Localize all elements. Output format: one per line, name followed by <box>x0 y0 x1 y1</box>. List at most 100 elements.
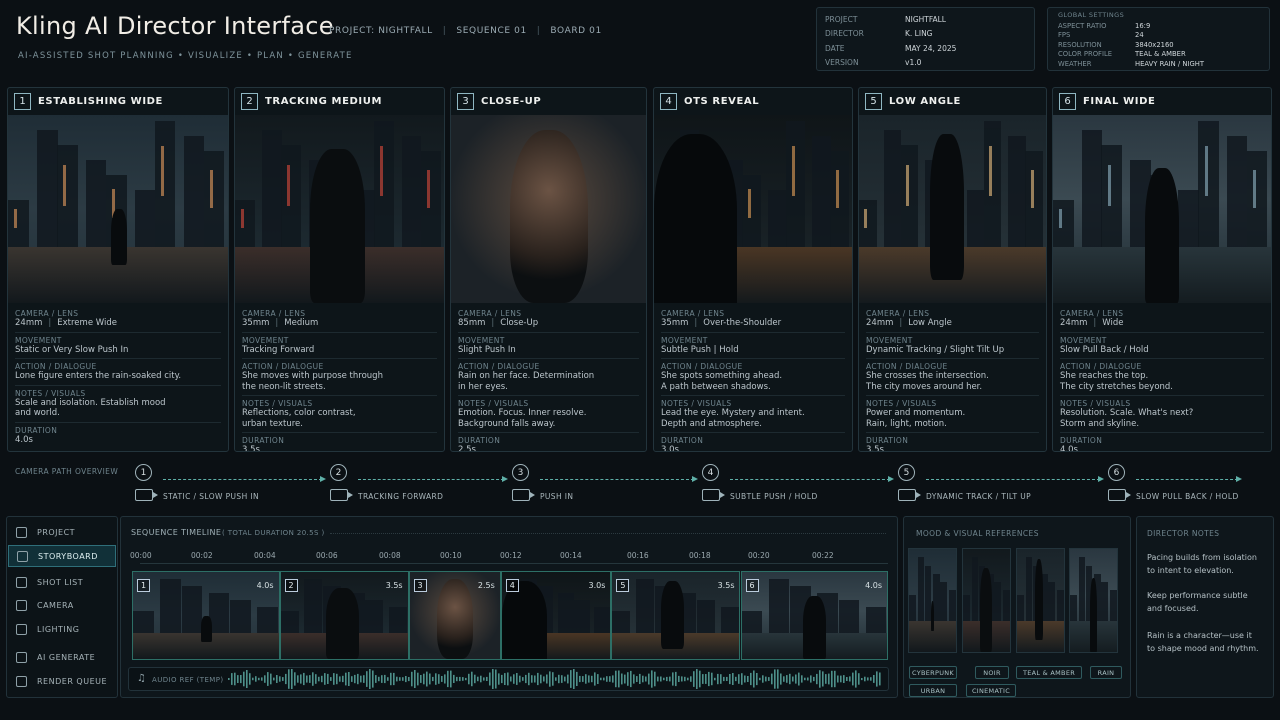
camera-path-node-1[interactable]: 1 <box>135 464 152 481</box>
breadcrumb-project[interactable]: PROJECT: NIGHTFALL <box>329 26 433 36</box>
shot-title: FINAL WIDE <box>1083 96 1156 107</box>
character-silhouette <box>930 133 964 281</box>
waveform-bar <box>798 672 800 686</box>
mood-tag[interactable]: NOIR <box>975 666 1009 679</box>
camera-lens-value: 35mm | Medium <box>242 318 437 329</box>
waveform-bar <box>582 676 584 682</box>
camera-path-node-2[interactable]: 2 <box>330 464 347 481</box>
shot-details: CAMERA / LENS 24mm | Extreme Wide MOVEMENT St… <box>8 303 228 448</box>
shot-frame-image[interactable] <box>235 115 444 303</box>
waveform-bar <box>867 677 869 681</box>
mood-tag[interactable]: RAIN <box>1090 666 1122 679</box>
shot-card-3[interactable]: 3 CLOSE-UP CAMERA / LENS 85mm | Close-Up MOVEM… <box>450 87 647 452</box>
timeline-tick: 00:18 <box>689 551 711 560</box>
shot-card-5[interactable]: 5 LOW ANGLE CAMERA / LENS 24mm | Low Angle MOV… <box>858 87 1047 452</box>
waveform-bar <box>282 677 284 681</box>
timeline-clip-5[interactable]: 5 3.5s <box>611 571 741 660</box>
sidebar-item-label: AI GENERATE <box>37 652 96 662</box>
shot-number: 5 <box>865 93 882 110</box>
waveform-bar <box>462 677 464 681</box>
shot-title: ESTABLISHING WIDE <box>38 96 163 107</box>
shot-card-6[interactable]: 6 FINAL WIDE CAMERA / LENS 24mm | Wide MOVEMEN… <box>1052 87 1272 452</box>
waveform-bar <box>801 675 803 683</box>
timeline-clip-2[interactable]: 2 3.5s <box>279 571 409 660</box>
action-label: ACTION / DIALOGUE <box>458 362 540 371</box>
divider <box>15 358 221 359</box>
building <box>1017 595 1024 622</box>
waveform-bar <box>414 670 416 688</box>
shot-number: 1 <box>14 93 31 110</box>
waveform-bar <box>297 675 299 683</box>
breadcrumb-sequence[interactable]: SEQUENCE 01 <box>456 26 526 36</box>
waveform-bar <box>873 675 875 683</box>
lens-value: 35mm <box>242 318 270 328</box>
sidebar-item-shot-list[interactable]: SHOT LIST <box>8 571 116 593</box>
camera-path-node-3[interactable]: 3 <box>512 464 529 481</box>
mood-reference-image[interactable] <box>1016 548 1065 653</box>
waveform-bar <box>312 672 314 686</box>
waveform-bar <box>627 672 629 686</box>
timeline-clip-6[interactable]: 6 4.0s <box>740 571 888 660</box>
mood-reference-image[interactable] <box>1069 548 1118 653</box>
camera-lens-label: CAMERA / LENS <box>661 309 725 318</box>
shot-card-header: 5 LOW ANGLE <box>859 88 1046 115</box>
timeline-clip-4[interactable]: 4 3.0s <box>500 571 612 660</box>
waveform-bar <box>852 672 854 686</box>
sidebar-item-ai-generate[interactable]: AI GENERATE <box>8 646 116 668</box>
waveform-bar <box>723 676 725 682</box>
divider <box>866 358 1039 359</box>
waveform-bar <box>507 672 509 686</box>
action-label: ACTION / DIALOGUE <box>242 362 324 371</box>
building <box>235 199 255 247</box>
waveform-bar <box>324 673 326 685</box>
mood-reference-image[interactable] <box>962 548 1011 653</box>
sidebar-item-project[interactable]: PROJECT <box>8 521 116 543</box>
waveform-bar <box>714 677 716 681</box>
shot-card-2[interactable]: 2 TRACKING MEDIUM CAMERA / LENS 35mm | Medium… <box>234 87 445 452</box>
shot-frame-image[interactable] <box>451 115 646 303</box>
mood-reference-image[interactable] <box>908 548 957 653</box>
video-camera-icon <box>512 489 535 501</box>
divider <box>661 395 845 396</box>
character-silhouette <box>501 580 548 659</box>
camera-path-node-5[interactable]: 5 <box>898 464 915 481</box>
mood-tag[interactable]: CYBERPUNK <box>909 666 957 679</box>
shot-frame-image[interactable] <box>654 115 852 303</box>
timeline-clip-1[interactable]: 1 4.0s <box>132 571 280 660</box>
shot-frame-image[interactable] <box>8 115 228 303</box>
mood-tag[interactable]: TEAL & AMBER <box>1016 666 1082 679</box>
neon-sign <box>864 209 868 228</box>
sidebar-item-storyboard[interactable]: STORYBOARD <box>8 545 116 567</box>
framing-value: Over-the-Shoulder <box>703 318 782 328</box>
shot-frame-image[interactable] <box>1053 115 1271 303</box>
action-label: ACTION / DIALOGUE <box>866 362 948 371</box>
waveform-bar <box>363 675 365 683</box>
timeline-clip-3[interactable]: 3 2.5s <box>408 571 501 660</box>
camera-path-node-4[interactable]: 4 <box>702 464 719 481</box>
mood-tag[interactable]: CINEMATIC <box>966 684 1016 697</box>
building <box>1003 590 1010 622</box>
waveform-bar <box>498 673 500 685</box>
building <box>768 578 790 633</box>
sidebar-item-render-queue[interactable]: RENDER QUEUE <box>8 670 116 692</box>
mood-tag[interactable]: URBAN <box>909 684 957 697</box>
waveform-bar <box>534 675 536 683</box>
building <box>1178 190 1200 247</box>
waveform-bar <box>621 673 623 685</box>
breadcrumb-board[interactable]: BOARD 01 <box>550 26 601 36</box>
shot-frame-image[interactable] <box>859 115 1046 303</box>
waveform-bar <box>777 669 779 689</box>
waveform-bar <box>612 675 614 683</box>
waveform-bar <box>309 675 311 683</box>
shot-card-1[interactable]: 1 ESTABLISHING WIDE CAMERA / LENS 24mm | Extr… <box>7 87 229 452</box>
waveform-bar <box>438 674 440 684</box>
waveform-bar <box>339 676 341 682</box>
sidebar-item-lighting[interactable]: LIGHTING <box>8 618 116 640</box>
building <box>612 611 631 633</box>
camera-path-node-6[interactable]: 6 <box>1108 464 1125 481</box>
shot-details: CAMERA / LENS 24mm | Wide MOVEMENT Slow Pull … <box>1053 303 1271 451</box>
sidebar-item-camera[interactable]: CAMERA <box>8 594 116 616</box>
clip-duration: 3.5s <box>385 581 403 590</box>
waveform-bar <box>690 676 692 682</box>
shot-card-4[interactable]: 4 OTS REVEAL CAMERA / LENS 35mm | Over-the-Sh… <box>653 87 853 452</box>
